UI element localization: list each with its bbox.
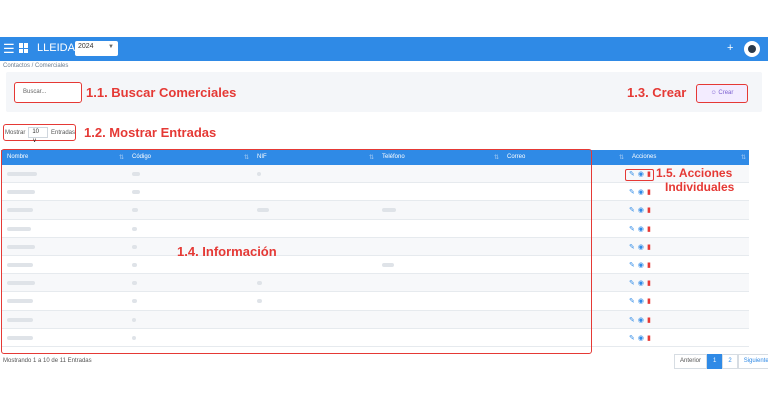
delete-icon[interactable]: ▮ bbox=[647, 316, 651, 324]
delete-icon[interactable]: ▮ bbox=[647, 225, 651, 233]
row-actions: ✎ ◉ ▮ bbox=[629, 316, 651, 324]
edit-icon[interactable]: ✎ bbox=[629, 261, 635, 269]
menu-icon[interactable]: ☰ bbox=[3, 41, 15, 57]
year-select[interactable]: 2024 ▼ bbox=[75, 41, 118, 56]
user-add-icon: ☺ bbox=[710, 90, 717, 96]
edit-icon[interactable]: ✎ bbox=[629, 225, 635, 233]
view-icon[interactable]: ◉ bbox=[638, 334, 644, 342]
view-icon[interactable]: ◉ bbox=[638, 225, 644, 233]
sort-icon[interactable]: ⇅ bbox=[741, 154, 746, 161]
row-actions: ✎ ◉ ▮ bbox=[629, 225, 651, 233]
next-page-button[interactable]: Siguiente bbox=[737, 354, 768, 369]
page-2-button[interactable]: 2 bbox=[722, 354, 738, 369]
chevron-down-icon: ▼ bbox=[108, 44, 114, 50]
view-icon[interactable]: ◉ bbox=[638, 261, 644, 269]
entries-value: 10 bbox=[32, 129, 40, 135]
view-icon[interactable]: ◉ bbox=[638, 188, 644, 196]
top-bar: ☰ LLEIDA 1 2024 ▼ + bbox=[0, 37, 768, 61]
row-actions: ✎ ◉ ▮ bbox=[629, 188, 651, 196]
delete-icon[interactable]: ▮ bbox=[647, 243, 651, 251]
delete-icon[interactable]: ▮ bbox=[647, 279, 651, 287]
entries-label: Entradas bbox=[50, 129, 75, 136]
row-actions: ✎ ◉ ▮ bbox=[629, 297, 651, 305]
delete-icon[interactable]: ▮ bbox=[647, 297, 651, 305]
entries-selector: Mostrar 10 ∨ Entradas bbox=[3, 124, 76, 144]
annotation-actions-1: 1.5. Acciones bbox=[656, 166, 733, 180]
edit-icon[interactable]: ✎ bbox=[629, 188, 635, 196]
view-icon[interactable]: ◉ bbox=[638, 279, 644, 287]
edit-icon[interactable]: ✎ bbox=[629, 316, 635, 324]
annotation-info-frame bbox=[1, 149, 592, 354]
create-button[interactable]: ☺ Crear bbox=[696, 84, 748, 103]
create-button-label: Crear bbox=[718, 90, 734, 96]
delete-icon[interactable]: ▮ bbox=[647, 334, 651, 342]
row-actions: ✎ ◉ ▮ bbox=[629, 206, 651, 214]
search-input[interactable]: Buscar... bbox=[14, 82, 82, 103]
row-actions: ✎ ◉ ▮ bbox=[629, 243, 651, 251]
delete-icon[interactable]: ▮ bbox=[647, 188, 651, 196]
entries-info: Mostrando 1 a 10 de 11 Entradas bbox=[3, 358, 92, 364]
plus-icon[interactable]: + bbox=[727, 42, 733, 54]
annotation-create: 1.3. Crear bbox=[627, 85, 687, 100]
annotation-info: 1.4. Información bbox=[177, 244, 277, 259]
edit-icon[interactable]: ✎ bbox=[629, 243, 635, 251]
show-label: Mostrar bbox=[5, 129, 26, 136]
year-value: 2024 bbox=[78, 43, 94, 50]
view-icon[interactable]: ◉ bbox=[638, 206, 644, 214]
edit-icon[interactable]: ✎ bbox=[629, 279, 635, 287]
edit-icon[interactable]: ✎ bbox=[629, 297, 635, 305]
breadcrumb: Contactos / Comerciales bbox=[3, 63, 69, 69]
annotation-actions-2: Individuales bbox=[665, 180, 735, 194]
col-acciones: Acciones bbox=[632, 154, 657, 160]
annotation-actions-frame bbox=[625, 169, 654, 181]
sort-icon[interactable]: ⇅ bbox=[619, 154, 624, 161]
edit-icon[interactable]: ✎ bbox=[629, 206, 635, 214]
annotation-search: 1.1. Buscar Comerciales bbox=[86, 85, 237, 100]
row-actions: ✎ ◉ ▮ bbox=[629, 334, 651, 342]
entries-select[interactable]: 10 ∨ bbox=[28, 127, 48, 144]
apps-grid-icon[interactable] bbox=[19, 43, 29, 53]
prev-page-button[interactable]: Anterior bbox=[674, 354, 708, 369]
row-actions: ✎ ◉ ▮ bbox=[629, 279, 651, 287]
delete-icon[interactable]: ▮ bbox=[647, 261, 651, 269]
pagination: Anterior 1 2 Siguiente bbox=[674, 354, 768, 369]
view-icon[interactable]: ◉ bbox=[638, 297, 644, 305]
row-actions: ✎ ◉ ▮ bbox=[629, 261, 651, 269]
annotation-show: 1.2. Mostrar Entradas bbox=[84, 125, 217, 140]
view-icon[interactable]: ◉ bbox=[638, 316, 644, 324]
page-1-button[interactable]: 1 bbox=[707, 354, 723, 369]
edit-icon[interactable]: ✎ bbox=[629, 334, 635, 342]
delete-icon[interactable]: ▮ bbox=[647, 206, 651, 214]
view-icon[interactable]: ◉ bbox=[638, 243, 644, 251]
avatar-icon[interactable] bbox=[744, 41, 760, 57]
